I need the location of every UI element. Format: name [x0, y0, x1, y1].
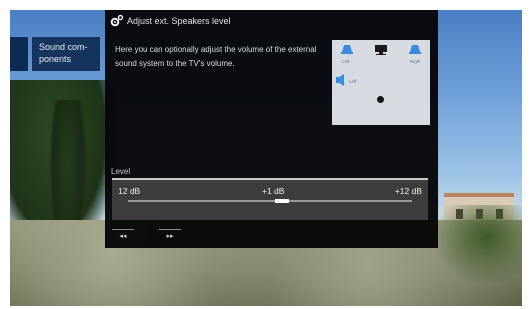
dialog-header: Adjust ext. Speakers level — [105, 10, 438, 32]
fast-forward-icon: ▸▸ — [166, 233, 174, 240]
dialog-description: Here you can optionally adjust the volum… — [115, 45, 317, 68]
speaker-level-dialog: Adjust ext. Speakers level Here you can … — [105, 10, 438, 248]
side-menu: Sound com- ponents — [10, 37, 110, 71]
speaker-label: Right — [410, 59, 421, 64]
speaker-label: Left — [349, 79, 357, 84]
sidebar-item-sound-components[interactable]: Sound com- ponents — [32, 37, 100, 71]
tv-screen: Sound com- ponents Adjust ext. Speakers … — [10, 10, 522, 306]
speaker-layout-diagram: Left Right Left — [332, 40, 430, 125]
listener-position-icon — [377, 96, 384, 103]
dialog-title: Adjust ext. Speakers level — [127, 16, 231, 26]
tv-icon — [375, 45, 387, 55]
level-label: Level — [111, 167, 131, 176]
speaker-icon — [409, 45, 421, 54]
rewind-icon: ◂◂ — [119, 233, 127, 240]
slider-min-label: 12 dB — [118, 186, 141, 196]
rewind-button[interactable]: ◂◂ — [112, 229, 134, 244]
speaker-label: Left — [342, 59, 350, 64]
gear-icon — [110, 14, 124, 27]
side-speaker-icon — [336, 74, 344, 86]
slider-current-value: +1 dB — [262, 186, 285, 196]
sidebar-item-label: Sound com- ponents — [39, 42, 88, 64]
level-slider[interactable]: 12 dB +1 dB +12 dB — [112, 178, 428, 220]
speaker-icon — [341, 45, 353, 54]
fast-forward-button[interactable]: ▸▸ — [159, 229, 181, 244]
slider-track[interactable] — [128, 199, 412, 203]
bush — [432, 205, 522, 285]
side-menu-prev-item[interactable] — [10, 37, 28, 71]
slider-max-label: +12 dB — [394, 186, 422, 196]
slider-thumb[interactable] — [275, 199, 289, 203]
